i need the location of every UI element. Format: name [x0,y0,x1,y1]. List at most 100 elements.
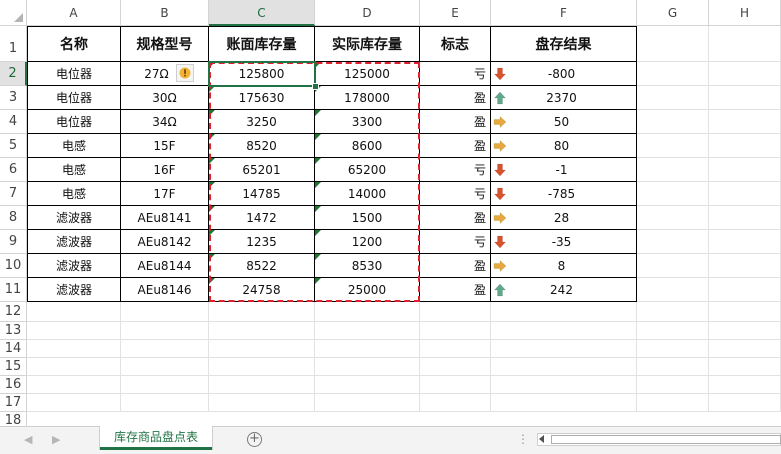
split-handle-icon[interactable]: ⋮ [517,432,529,446]
table-cell-name[interactable]: 电感 [27,158,121,182]
cell[interactable] [27,322,121,340]
cell[interactable] [709,254,781,278]
row-header-1[interactable]: 1 [0,26,27,62]
cell[interactable] [121,394,209,412]
table-cell-spec[interactable]: 30Ω [121,86,209,110]
error-warning-button[interactable] [176,64,194,82]
scroll-tabs-right-icon[interactable]: ▶ [52,433,60,446]
cell[interactable] [420,322,491,340]
table-cell-book[interactable]: 175630 [209,86,315,110]
table-cell-result[interactable]: 242 [491,278,637,302]
table-cell-flag[interactable]: 盈 [420,206,491,230]
table-cell-flag[interactable]: 盈 [420,278,491,302]
cell[interactable] [420,394,491,412]
table-cell-actual[interactable]: 14000 [315,182,420,206]
cell[interactable] [637,86,709,110]
cell[interactable] [709,358,781,376]
cell[interactable] [709,26,781,62]
table-cell-actual[interactable]: 8600 [315,134,420,158]
cell[interactable] [637,376,709,394]
select-all-button[interactable] [0,0,27,26]
column-header-d[interactable]: D [315,0,420,26]
table-cell-book[interactable]: 125800 [209,62,315,86]
table-cell-result[interactable]: 28 [491,206,637,230]
column-header-c[interactable]: C [209,0,315,26]
cell[interactable] [637,182,709,206]
table-cell-spec[interactable]: AEu8144 [121,254,209,278]
row-header-5[interactable]: 5 [0,134,27,158]
column-header-b[interactable]: B [121,0,209,26]
table-cell-spec[interactable]: AEu8142 [121,230,209,254]
cell[interactable] [709,158,781,182]
cell[interactable] [491,358,637,376]
table-cell-book[interactable]: 65201 [209,158,315,182]
table-cell-name[interactable]: 滤波器 [27,230,121,254]
table-cell-book[interactable]: 3250 [209,110,315,134]
cell[interactable] [709,302,781,322]
table-cell-name[interactable]: 电位器 [27,110,121,134]
table-cell-name[interactable]: 滤波器 [27,254,121,278]
table-header-cell[interactable]: 规格型号 [121,26,209,62]
row-header-7[interactable]: 7 [0,182,27,206]
cell[interactable] [121,358,209,376]
table-cell-book[interactable]: 8522 [209,254,315,278]
row-header-2[interactable]: 2 [0,62,27,86]
table-cell-flag[interactable]: 盈 [420,86,491,110]
table-cell-book[interactable]: 24758 [209,278,315,302]
cell[interactable] [709,322,781,340]
cell[interactable] [315,394,420,412]
column-header-h[interactable]: H [709,0,781,26]
table-cell-spec[interactable]: 15F [121,134,209,158]
table-cell-result[interactable]: -785 [491,182,637,206]
cell[interactable] [637,322,709,340]
scroll-left-arrow-icon[interactable] [539,435,544,443]
cell[interactable] [709,230,781,254]
table-cell-actual[interactable]: 8530 [315,254,420,278]
cell[interactable] [637,340,709,358]
row-header-6[interactable]: 6 [0,158,27,182]
table-cell-book[interactable]: 8520 [209,134,315,158]
table-cell-book[interactable]: 1235 [209,230,315,254]
cell[interactable] [121,302,209,322]
cell[interactable] [121,322,209,340]
table-cell-spec[interactable]: AEu8141 [121,206,209,230]
table-cell-spec[interactable]: 17F [121,182,209,206]
row-header-18[interactable]: 18 [0,412,27,426]
cell[interactable] [420,376,491,394]
cell[interactable] [315,376,420,394]
table-cell-spec[interactable]: 27Ω [121,62,209,86]
fill-handle[interactable] [312,83,319,90]
cell[interactable] [637,358,709,376]
cell[interactable] [121,340,209,358]
cell[interactable] [491,340,637,358]
column-header-f[interactable]: F [491,0,637,26]
table-cell-flag[interactable]: 盈 [420,110,491,134]
table-cell-result[interactable]: -1 [491,158,637,182]
table-cell-flag[interactable]: 盈 [420,134,491,158]
cell[interactable] [491,376,637,394]
table-cell-result[interactable]: 80 [491,134,637,158]
row-header-16[interactable]: 16 [0,376,27,394]
cell[interactable] [315,358,420,376]
table-cell-actual[interactable]: 3300 [315,110,420,134]
cell[interactable] [709,134,781,158]
table-cell-book[interactable]: 14785 [209,182,315,206]
table-header-cell[interactable]: 实际库存量 [315,26,420,62]
table-cell-actual[interactable]: 1500 [315,206,420,230]
row-header-4[interactable]: 4 [0,110,27,134]
table-cell-name[interactable]: 滤波器 [27,206,121,230]
cell[interactable] [709,110,781,134]
cell[interactable] [315,340,420,358]
table-cell-name[interactable]: 电位器 [27,62,121,86]
cell[interactable] [491,394,637,412]
table-header-cell[interactable]: 盘存结果 [491,26,637,62]
scrollbar-thumb[interactable] [551,435,781,444]
table-cell-actual[interactable]: 25000 [315,278,420,302]
cell[interactable] [491,302,637,322]
sheet-tab-active[interactable]: 库存商品盘点表 [100,426,212,450]
row-header-17[interactable]: 17 [0,394,27,412]
table-header-cell[interactable]: 账面库存量 [209,26,315,62]
cell[interactable] [209,394,315,412]
table-cell-result[interactable]: 8 [491,254,637,278]
cell[interactable] [420,358,491,376]
